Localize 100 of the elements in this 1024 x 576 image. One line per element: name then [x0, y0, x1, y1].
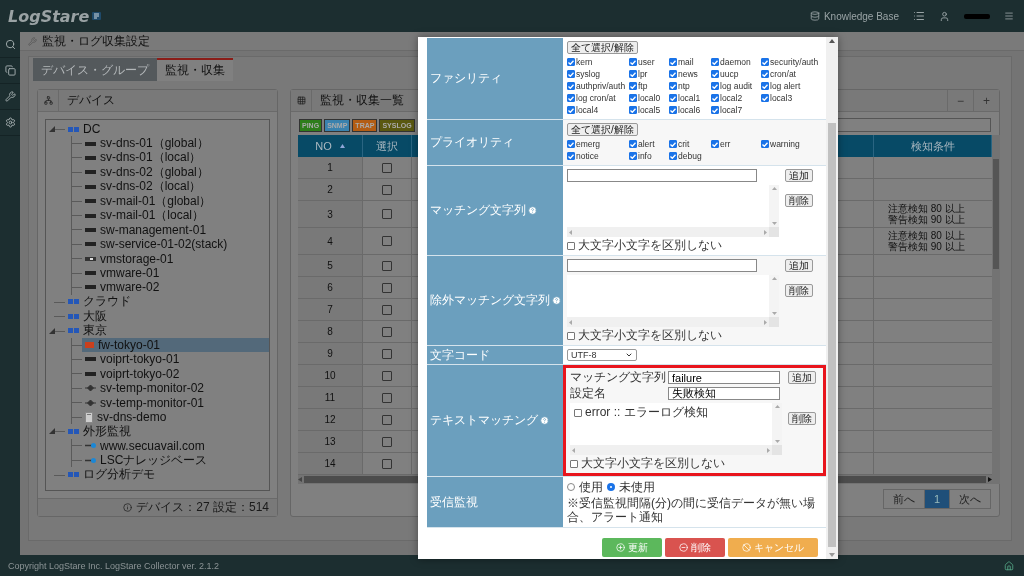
- tree-item[interactable]: sw-management-01: [82, 222, 269, 238]
- tree-item[interactable]: クラウド: [65, 294, 269, 310]
- remove-button[interactable]: 削除: [785, 284, 813, 297]
- checkbox[interactable]: [567, 94, 575, 102]
- string-field[interactable]: [567, 169, 757, 182]
- checkbox[interactable]: [629, 82, 637, 90]
- checkbox[interactable]: [669, 70, 677, 78]
- tree-item[interactable]: DC: [65, 122, 269, 137]
- tree-item[interactable]: voiprt-tokyo-01: [82, 352, 269, 367]
- collapse-button[interactable]: −: [947, 90, 973, 111]
- caret-icon[interactable]: [49, 428, 55, 435]
- checkbox[interactable]: [761, 58, 769, 66]
- tree-item[interactable]: 外形監視: [65, 424, 269, 439]
- checkbox[interactable]: [567, 70, 575, 78]
- tab[interactable]: 監視・収集: [157, 58, 233, 81]
- scrollbar-thumb[interactable]: [993, 159, 999, 269]
- tree-item[interactable]: ログ分析デモ: [65, 467, 269, 482]
- text-field[interactable]: failure: [668, 371, 780, 384]
- checkbox[interactable]: [761, 70, 769, 78]
- radio-button[interactable]: [567, 483, 575, 491]
- menu-icon[interactable]: [1004, 11, 1014, 21]
- checkbox[interactable]: [574, 408, 582, 417]
- checkbox[interactable]: [669, 140, 677, 148]
- tree-item[interactable]: sv-dns-02（local）: [82, 179, 269, 194]
- tree-item[interactable]: LSCナレッジベース: [82, 453, 269, 468]
- tree-item[interactable]: sv-dns-02（global）: [82, 165, 269, 180]
- checkbox[interactable]: [382, 348, 392, 359]
- delete-button[interactable]: 削除: [665, 538, 725, 557]
- checkbox[interactable]: [382, 162, 392, 173]
- tree-item[interactable]: sv-temp-monitor-01: [82, 395, 269, 410]
- list-icon[interactable]: [913, 10, 925, 22]
- next-page-button[interactable]: 次へ: [949, 489, 991, 509]
- scrollbar-thumb[interactable]: [828, 123, 836, 547]
- checkbox[interactable]: [382, 436, 392, 447]
- list-box[interactable]: error :: エラーログ検知: [570, 403, 782, 455]
- tree-item[interactable]: voiprt-tokyo-02: [82, 366, 269, 382]
- tree-item[interactable]: sv-dns-01（global）: [82, 136, 269, 151]
- checkbox[interactable]: [711, 106, 719, 114]
- select-all-button[interactable]: 全て選択/解除: [567, 123, 638, 136]
- checkbox[interactable]: [711, 94, 719, 102]
- checkbox[interactable]: [669, 58, 677, 66]
- checkbox[interactable]: [570, 459, 578, 468]
- knowledge-base-link[interactable]: Knowledge Base: [809, 10, 899, 22]
- radio-button[interactable]: [607, 483, 615, 491]
- tree-item[interactable]: sv-mail-01（global）: [82, 193, 269, 209]
- remove-button[interactable]: 削除: [785, 194, 813, 207]
- arrow-down-icon[interactable]: [774, 440, 780, 443]
- checkbox[interactable]: [711, 58, 719, 66]
- checkbox[interactable]: [629, 106, 637, 114]
- checkbox[interactable]: [382, 282, 392, 293]
- checkbox[interactable]: [382, 260, 392, 271]
- checkbox[interactable]: [629, 94, 637, 102]
- checkbox[interactable]: [382, 236, 392, 246]
- settings-icon[interactable]: [4, 117, 16, 128]
- string-field[interactable]: [567, 259, 757, 272]
- prev-page-button[interactable]: 前へ: [882, 489, 925, 509]
- select-all-button[interactable]: 全て選択/解除: [567, 41, 638, 54]
- checkbox[interactable]: [567, 106, 575, 114]
- tree-item[interactable]: www.secuavail.com: [82, 438, 269, 453]
- encoding-select[interactable]: UTF-8: [567, 349, 637, 361]
- tree-item[interactable]: sv-dns-01（local）: [82, 150, 269, 166]
- checkbox[interactable]: [629, 152, 637, 160]
- remove-button[interactable]: 削除: [788, 412, 816, 425]
- help-icon[interactable]: [528, 206, 537, 215]
- checkbox[interactable]: [669, 94, 677, 102]
- arrow-down-icon[interactable]: [771, 312, 777, 315]
- tree-item[interactable]: vmware-02: [82, 280, 269, 295]
- help-icon[interactable]: [552, 296, 561, 305]
- add-button[interactable]: 追加: [785, 259, 813, 272]
- checkbox[interactable]: [669, 106, 677, 114]
- user-icon[interactable]: [939, 10, 950, 22]
- tree-item[interactable]: sv-dns-demo: [82, 409, 269, 425]
- arrow-down-icon[interactable]: [771, 222, 777, 225]
- caret-icon[interactable]: [49, 126, 55, 133]
- checkbox[interactable]: [711, 140, 719, 148]
- list-item[interactable]: error :: エラーログ検知: [585, 404, 708, 421]
- text-field[interactable]: 失敗検知: [668, 387, 780, 400]
- checkbox[interactable]: [382, 184, 392, 195]
- tree-item[interactable]: 東京: [65, 323, 269, 338]
- help-icon[interactable]: [540, 416, 549, 425]
- tree-item[interactable]: vmware-01: [82, 265, 269, 281]
- checkbox[interactable]: [669, 152, 677, 160]
- checkbox[interactable]: [761, 82, 769, 90]
- tree-item[interactable]: sw-service-01-02(stack): [82, 237, 269, 252]
- arrow-right-icon[interactable]: [988, 477, 992, 482]
- tree-item[interactable]: fw-tokyo-01: [82, 337, 269, 353]
- checkbox[interactable]: [382, 370, 392, 381]
- arrow-down-icon[interactable]: [829, 553, 835, 557]
- checkbox[interactable]: [669, 82, 677, 90]
- checkbox[interactable]: [711, 82, 719, 90]
- checkbox[interactable]: [567, 241, 575, 250]
- checkbox[interactable]: [567, 82, 575, 90]
- caret-icon[interactable]: [49, 327, 55, 334]
- tab[interactable]: デバイス・グループ: [33, 58, 157, 81]
- checkbox[interactable]: [567, 140, 575, 148]
- tree-item[interactable]: vmstorage-01: [82, 251, 269, 266]
- add-button[interactable]: 追加: [788, 371, 816, 384]
- wrench-icon[interactable]: [4, 91, 16, 102]
- checkbox[interactable]: [382, 392, 392, 403]
- checkbox[interactable]: [382, 209, 392, 219]
